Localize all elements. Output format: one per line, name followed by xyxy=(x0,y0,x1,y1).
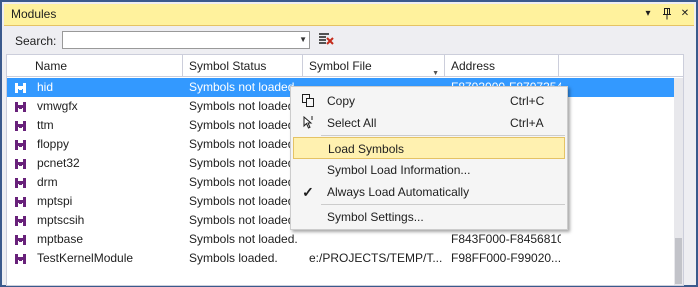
cell-status: Symbols not loaded. xyxy=(189,213,298,227)
menu-item-always-load-label: Always Load Automatically xyxy=(327,185,470,199)
search-input[interactable]: ▼ xyxy=(62,31,310,49)
column-name-label: Name xyxy=(35,59,68,73)
column-header-symbol-status[interactable]: Symbol Status xyxy=(183,55,303,77)
module-icon xyxy=(15,83,26,93)
cell-name: mptspi xyxy=(37,194,73,208)
module-icon xyxy=(15,235,26,245)
module-icon xyxy=(15,197,26,207)
menu-separator xyxy=(321,204,565,205)
cell-status: Symbols not loaded. xyxy=(189,194,298,208)
menu-separator xyxy=(321,135,565,136)
dropdown-arrow-icon[interactable]: ▼ xyxy=(299,35,307,44)
menu-item-select-all[interactable]: Select All Ctrl+A xyxy=(293,112,565,134)
menu-item-symbol-settings-label: Symbol Settings... xyxy=(327,210,424,224)
pin-icon[interactable] xyxy=(659,6,675,22)
cell-name: pcnet32 xyxy=(37,156,80,170)
cell-name: mptscsih xyxy=(37,213,85,227)
module-icon xyxy=(15,216,26,226)
clear-search-icon[interactable] xyxy=(318,31,334,47)
scrollbar-thumb[interactable] xyxy=(675,238,682,284)
menu-item-copy-label: Copy xyxy=(327,94,356,108)
cell-status: Symbols not loaded. xyxy=(189,137,298,151)
menu-item-always-load-automatically[interactable]: ✓ Always Load Automatically xyxy=(293,181,565,203)
module-icon xyxy=(15,178,26,188)
module-icon xyxy=(15,102,26,112)
cell-name: TestKernelModule xyxy=(37,251,134,265)
cell-status: Symbols not loaded. xyxy=(189,80,298,94)
module-icon xyxy=(15,121,26,131)
menu-item-symbol-settings[interactable]: Symbol Settings... xyxy=(293,206,565,228)
column-address-label: Address xyxy=(451,59,496,73)
cell-status: Symbols not loaded. xyxy=(189,232,298,246)
module-icon xyxy=(15,140,26,150)
table-row[interactable]: mptbase Symbols not loaded. F843F000-F8456… xyxy=(7,230,683,249)
cell-file xyxy=(309,230,443,249)
cell-name: hid xyxy=(37,80,54,94)
column-header-address[interactable]: Address xyxy=(445,55,559,77)
cell-status: Symbols not loaded. xyxy=(189,175,298,189)
cell-status: Symbols loaded. xyxy=(189,251,278,265)
menu-item-symbol-load-information[interactable]: Symbol Load Information... xyxy=(293,159,565,181)
modules-window: Modules ▾ ✕ Search: ▼ Name Symbol Status… xyxy=(0,0,698,287)
menu-item-copy-shortcut: Ctrl+C xyxy=(510,94,545,108)
cell-status: Symbols not loaded. xyxy=(189,118,298,132)
module-icon xyxy=(15,159,26,169)
cell-status: Symbols not loaded. xyxy=(189,99,298,113)
menu-item-load-symbols-label: Load Symbols xyxy=(328,142,405,156)
cell-name: mptbase xyxy=(37,232,84,246)
cell-name: drm xyxy=(37,175,58,189)
cell-status: Symbols not loaded. xyxy=(189,156,298,170)
panel-title-bar[interactable]: Modules ▾ ✕ xyxy=(4,4,694,26)
select-all-icon xyxy=(301,115,315,130)
menu-item-select-all-label: Select All xyxy=(327,116,377,130)
column-header-name[interactable]: Name xyxy=(7,55,183,77)
cell-address: F843F000-F8456810 xyxy=(451,232,561,246)
cell-name: ttm xyxy=(37,118,54,132)
table-row[interactable]: TestKernelModule Symbols loaded. e:/PROJEC… xyxy=(7,249,683,268)
context-menu: Copy Ctrl+C Select All Ctrl+A Load Symbo… xyxy=(290,86,568,230)
menu-item-select-all-shortcut: Ctrl+A xyxy=(510,116,544,130)
cell-name: vmwgfx xyxy=(37,99,78,113)
table-header: Name Symbol Status Symbol File ▼ Address xyxy=(7,55,683,77)
copy-icon xyxy=(301,94,315,108)
cell-name: floppy xyxy=(37,137,70,151)
search-label: Search: xyxy=(15,34,57,48)
menu-item-load-symbols[interactable]: Load Symbols xyxy=(293,137,565,159)
close-icon[interactable]: ✕ xyxy=(677,6,693,22)
panel-title: Modules xyxy=(11,7,57,21)
vertical-scrollbar[interactable] xyxy=(674,78,683,285)
window-position-dropdown-icon[interactable]: ▾ xyxy=(640,6,656,22)
column-header-symbol-file[interactable]: Symbol File ▼ xyxy=(303,55,445,77)
cell-address: F98FF000-F99020... xyxy=(451,251,561,265)
module-icon xyxy=(15,254,26,264)
menu-item-copy[interactable]: Copy Ctrl+C xyxy=(293,90,565,112)
menu-item-symbol-load-information-label: Symbol Load Information... xyxy=(327,163,471,177)
column-status-label: Symbol Status xyxy=(189,59,267,73)
check-icon: ✓ xyxy=(302,184,314,200)
column-file-label: Symbol File xyxy=(309,59,372,73)
cell-file: e:/PROJECTS/TEMP/T... xyxy=(309,251,443,265)
search-bar: Search: ▼ xyxy=(4,27,694,53)
